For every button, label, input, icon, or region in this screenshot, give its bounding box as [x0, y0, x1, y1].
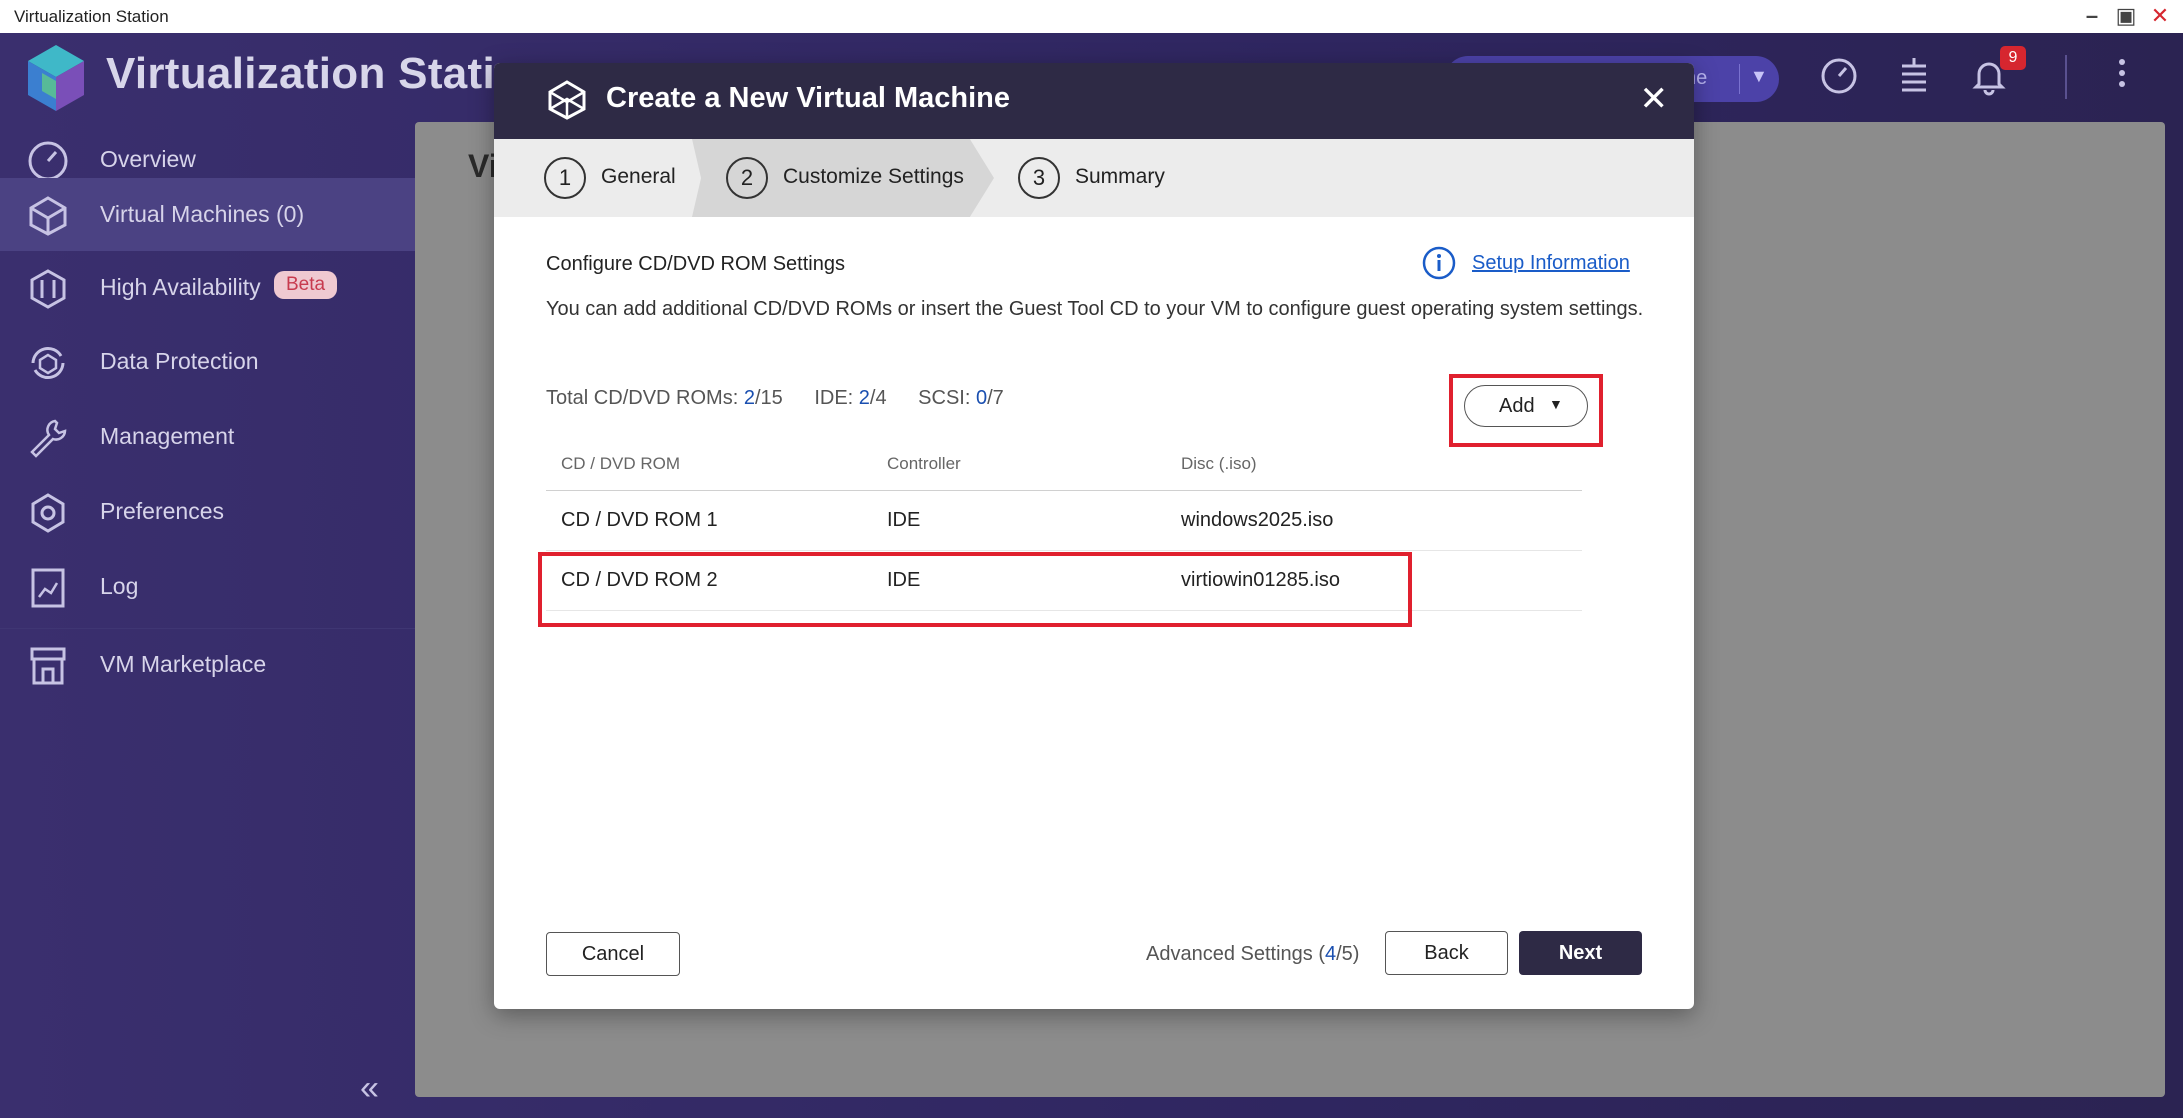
chip-divider: [1739, 64, 1740, 94]
column-header: Disc (.iso): [1181, 454, 1257, 473]
sidebar-item-high-availability[interactable]: High Availability Beta: [0, 251, 415, 324]
advanced-settings-progress: Advanced Settings (4/5): [1146, 943, 1360, 965]
log-icon: [31, 568, 65, 608]
app-logo-icon: [28, 45, 84, 111]
highlight-box-add: [1449, 374, 1603, 447]
resource-monitor-icon[interactable]: [1819, 56, 1859, 96]
chevron-down-icon[interactable]: ▼: [1750, 66, 1768, 87]
sidebar-item-vm-marketplace[interactable]: VM Marketplace: [0, 628, 415, 701]
sidebar: Overview Virtual Machines (0) High Avail…: [0, 123, 415, 1118]
close-window-icon[interactable]: ✕: [2147, 4, 2173, 30]
sidebar-item-label: Data Protection: [100, 348, 259, 374]
column-header: Controller: [887, 454, 961, 473]
sidebar-item-log[interactable]: Log: [0, 550, 415, 623]
sidebar-item-label: VM Marketplace: [100, 651, 267, 677]
create-vm-modal: Create a New Virtual Machine ✕ 1 General…: [494, 63, 1694, 1009]
window-controls: – ▣ ✕: [2079, 4, 2173, 30]
cancel-button[interactable]: Cancel: [546, 932, 680, 976]
high-availability-icon: [30, 269, 66, 309]
table-row[interactable]: CD / DVD ROM 1 IDE windows2025.iso: [546, 491, 1582, 551]
ide-count: IDE: 2/4: [814, 387, 887, 409]
gear-icon: [31, 493, 65, 533]
marketplace-icon: [30, 647, 66, 685]
rom-counts: Total CD/DVD ROMs: 2/15 IDE: 2/4 SCSI: 0…: [546, 387, 1030, 410]
step-number: 3: [1018, 157, 1060, 199]
step-summary[interactable]: 3 Summary: [994, 139, 1244, 217]
highlight-box-rom-2: [538, 552, 1412, 627]
wizard-stepper: 1 General 2 Customize Settings 3 Summary: [494, 139, 1694, 217]
beta-badge: Beta: [274, 271, 338, 299]
step-label: Customize Settings: [783, 165, 964, 188]
modal-header: Create a New Virtual Machine ✕: [494, 63, 1694, 139]
back-button[interactable]: Back: [1385, 931, 1508, 975]
sidebar-item-label: Overview: [100, 146, 196, 172]
collapse-sidebar-icon[interactable]: «: [360, 1069, 379, 1108]
section-title: Configure CD/DVD ROM Settings: [546, 253, 845, 275]
step-general[interactable]: 1 General: [494, 139, 694, 217]
column-header: CD / DVD ROM: [561, 454, 680, 473]
wrench-icon: [30, 419, 67, 458]
sidebar-item-management[interactable]: Management: [0, 400, 415, 473]
header-divider: [2065, 55, 2067, 99]
sidebar-item-label: Management: [100, 423, 235, 449]
next-button[interactable]: Next: [1519, 931, 1642, 975]
sidebar-item-label: Log: [100, 573, 139, 599]
section-description: You can add additional CD/DVD ROMs or in…: [546, 298, 1644, 320]
minimize-icon[interactable]: –: [2079, 4, 2105, 30]
os-titlebar: Virtualization Station – ▣ ✕: [0, 0, 2183, 33]
info-icon: [1422, 246, 1456, 280]
cell-rom-name: CD / DVD ROM 1: [561, 509, 718, 531]
sidebar-item-label: Virtual Machines (0): [100, 201, 305, 227]
more-menu-icon[interactable]: [2110, 54, 2134, 98]
sidebar-item-preferences[interactable]: Preferences: [0, 475, 415, 548]
sidebar-item-virtual-machines[interactable]: Virtual Machines (0): [0, 178, 415, 251]
maximize-icon[interactable]: ▣: [2113, 4, 2139, 30]
app-title: Virtualization Station: [106, 49, 550, 98]
step-label: Summary: [1075, 165, 1165, 188]
sidebar-item-label: Preferences: [100, 498, 225, 524]
scsi-count: SCSI: 0/7: [918, 387, 1004, 409]
vm-cube-icon: [548, 80, 586, 120]
sidebar-item-data-protection[interactable]: Data Protection: [0, 325, 415, 398]
setup-information-label[interactable]: Setup Information: [1472, 252, 1630, 275]
tasks-icon[interactable]: [1894, 56, 1934, 96]
gauge-icon: [28, 141, 68, 181]
sidebar-item-label: High Availability: [100, 274, 261, 300]
close-icon[interactable]: ✕: [1640, 79, 1669, 119]
step-customize-settings[interactable]: 2 Customize Settings: [694, 139, 994, 217]
total-roms-count: Total CD/DVD ROMs: 2/15: [546, 387, 783, 409]
vm-cube-icon: [29, 196, 67, 236]
modal-title: Create a New Virtual Machine: [606, 82, 1011, 114]
step-label: General: [601, 165, 676, 188]
cell-controller: IDE: [887, 509, 921, 531]
cell-disc: windows2025.iso: [1181, 509, 1334, 531]
step-number: 1: [544, 157, 586, 199]
notification-badge: 9: [2000, 46, 2026, 70]
table-header: CD / DVD ROM Controller Disc (.iso): [546, 439, 1582, 491]
data-protection-icon: [31, 346, 65, 380]
os-window-title: Virtualization Station: [14, 7, 169, 26]
step-number: 2: [726, 157, 768, 199]
